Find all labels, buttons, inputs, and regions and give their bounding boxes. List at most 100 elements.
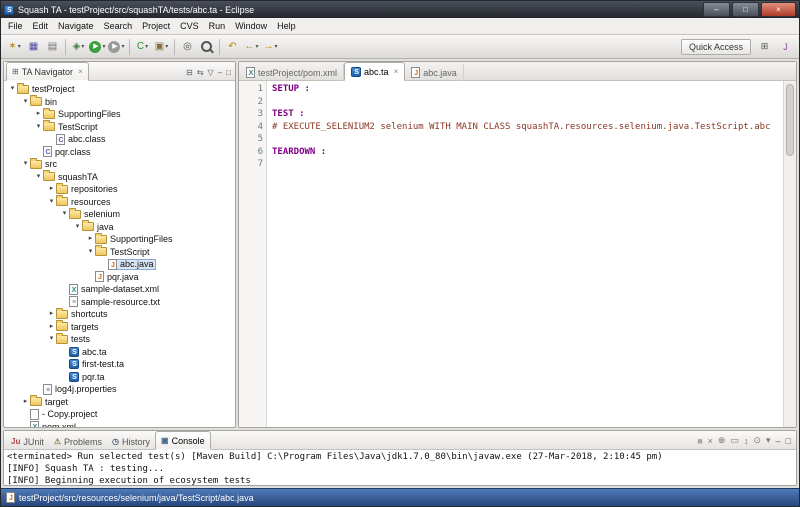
- code-line[interactable]: TEST :: [272, 108, 783, 121]
- code-editor[interactable]: SETUP : TEST : # EXECUTE_SELENIUM2 seleniu…: [267, 81, 783, 427]
- close-view-icon[interactable]: ×: [78, 67, 83, 76]
- code-line[interactable]: [272, 96, 783, 109]
- run-button[interactable]: ▶ ▾: [88, 38, 107, 56]
- dropdown-arrow-icon[interactable]: ▾: [102, 43, 105, 50]
- dropdown-arrow-icon[interactable]: ▾: [121, 43, 124, 50]
- expander-icon[interactable]: ▸: [47, 321, 56, 333]
- tree-item-testscript[interactable]: ▾ TestScript: [4, 120, 235, 134]
- console-menu-icon[interactable]: ▾: [766, 435, 771, 446]
- tree-item-sample-dataset-xml[interactable]: Xsample-dataset.xml: [4, 283, 235, 296]
- tree-item-squashta[interactable]: ▾ squashTA: [4, 170, 235, 184]
- pin-console-icon[interactable]: ⊙: [753, 435, 761, 446]
- expander-icon[interactable]: ▸: [47, 183, 56, 195]
- remove-all-launches-icon[interactable]: ⊗: [718, 435, 726, 446]
- tree-item-repositories[interactable]: ▸ repositories: [4, 182, 235, 196]
- open-perspective-icon[interactable]: ⊞: [755, 38, 774, 56]
- open-type-button[interactable]: ◎: [178, 38, 197, 56]
- last-edit-location-button[interactable]: ↶: [223, 38, 242, 56]
- expander-icon[interactable]: ▾: [47, 333, 56, 345]
- tree-item-abc-class[interactable]: Cabc.class: [4, 133, 235, 146]
- expander-icon[interactable]: ▾: [73, 221, 82, 233]
- editor-tab-testproject-pom-xml[interactable]: XtestProject/pom.xml: [240, 64, 345, 81]
- collapse-all-icon[interactable]: ⊟: [186, 68, 193, 77]
- title-bar[interactable]: S Squash TA - testProject/src/squashTA/t…: [1, 1, 799, 18]
- save-button[interactable]: ▦: [24, 38, 43, 56]
- tree-item-bin[interactable]: ▾ bin: [4, 95, 235, 109]
- expander-icon[interactable]: ▾: [34, 121, 43, 133]
- expander-icon[interactable]: ▾: [21, 96, 30, 108]
- expander-icon[interactable]: ▾: [47, 196, 56, 208]
- forward-button[interactable]: → ▾: [261, 38, 280, 56]
- maximize-view-icon[interactable]: □: [226, 68, 231, 77]
- dropdown-arrow-icon[interactable]: ▾: [165, 43, 168, 50]
- tree-item-log4j-properties[interactable]: ≡ log4j.properties: [4, 383, 235, 396]
- tab-problems[interactable]: ⚠ Problems: [49, 433, 107, 450]
- tree-item-java[interactable]: ▾ java: [4, 220, 235, 234]
- remove-launch-icon[interactable]: ×: [708, 436, 713, 446]
- back-button[interactable]: ← ▾: [242, 38, 261, 56]
- dropdown-arrow-icon[interactable]: ▾: [145, 43, 148, 50]
- new-java-package-button[interactable]: ▣ ▾: [152, 38, 171, 56]
- tree-item-copy-project[interactable]: - Copy.project: [4, 408, 235, 421]
- tree-item-abc-java[interactable]: Jabc.java: [4, 258, 235, 271]
- tab-history[interactable]: ◷ History: [107, 433, 155, 450]
- maximize-button[interactable]: □: [732, 2, 759, 17]
- tab-ta-navigator[interactable]: ⊞ TA Navigator ×: [6, 62, 89, 81]
- editor-scrollbar[interactable]: [783, 81, 796, 427]
- expander-icon[interactable]: ▾: [86, 246, 95, 258]
- minimize-button[interactable]: –: [703, 2, 730, 17]
- menu-edit[interactable]: Edit: [28, 20, 54, 32]
- tree-item-shortcuts[interactable]: ▸ shortcuts: [4, 307, 235, 321]
- java-perspective-icon[interactable]: J: [776, 38, 795, 56]
- menu-window[interactable]: Window: [230, 20, 272, 32]
- tree-item-pom-xml[interactable]: Xpom.xml: [4, 421, 235, 427]
- menu-navigate[interactable]: Navigate: [53, 20, 99, 32]
- expander-icon[interactable]: ▾: [21, 158, 30, 170]
- menu-search[interactable]: Search: [99, 20, 138, 32]
- dropdown-arrow-icon[interactable]: ▾: [274, 43, 277, 50]
- clear-console-icon[interactable]: ▭: [730, 435, 739, 446]
- menu-help[interactable]: Help: [272, 20, 301, 32]
- tree-item-testscript[interactable]: ▾ TestScript: [4, 245, 235, 259]
- tree-item-selenium[interactable]: ▾ selenium: [4, 207, 235, 221]
- dropdown-arrow-icon[interactable]: ▾: [81, 43, 84, 50]
- code-line[interactable]: [272, 133, 783, 146]
- menu-file[interactable]: File: [3, 20, 28, 32]
- minimize-view-icon[interactable]: –: [776, 436, 781, 446]
- code-line[interactable]: [272, 158, 783, 171]
- dropdown-arrow-icon[interactable]: ▾: [18, 43, 21, 50]
- expander-icon[interactable]: ▸: [21, 396, 30, 408]
- expander-icon[interactable]: ▸: [86, 233, 95, 245]
- tree-item-first-test-ta[interactable]: Sfirst-test.ta: [4, 358, 235, 371]
- tree-item-tests[interactable]: ▾ tests: [4, 332, 235, 346]
- tree-item-src[interactable]: ▾ src: [4, 157, 235, 171]
- new-wizard-button[interactable]: ✶ ▾: [5, 38, 24, 56]
- print-button[interactable]: ▤: [43, 38, 62, 56]
- expander-icon[interactable]: ▸: [34, 108, 43, 120]
- tab-junit[interactable]: Ju JUnit: [6, 433, 49, 450]
- menu-project[interactable]: Project: [137, 20, 175, 32]
- new-java-class-button[interactable]: C ▾: [133, 38, 152, 56]
- scrollbar-thumb[interactable]: [786, 84, 794, 156]
- tree-item-abc-ta[interactable]: Sabc.ta: [4, 346, 235, 359]
- tree-item-testproject[interactable]: ▾ testProject: [4, 82, 235, 96]
- view-menu-icon[interactable]: ▽: [208, 68, 214, 77]
- tab-console[interactable]: ▣ Console: [155, 431, 211, 450]
- terminate-icon[interactable]: ■: [697, 436, 702, 446]
- dropdown-arrow-icon[interactable]: ▾: [255, 43, 258, 50]
- code-line[interactable]: # EXECUTE_SELENIUM2 selenium WITH MAIN C…: [272, 121, 783, 134]
- menu-run[interactable]: Run: [204, 20, 231, 32]
- link-with-editor-icon[interactable]: ⇆: [197, 68, 204, 77]
- code-line[interactable]: TEARDOWN :: [272, 146, 783, 159]
- external-tools-button[interactable]: ▶ ▾: [107, 38, 126, 56]
- expander-icon[interactable]: ▸: [47, 308, 56, 320]
- tree-item-targets[interactable]: ▸ targets: [4, 320, 235, 334]
- menu-cvs[interactable]: CVS: [175, 20, 204, 32]
- expander-icon[interactable]: ▾: [34, 171, 43, 183]
- expander-icon[interactable]: ▾: [60, 208, 69, 220]
- debug-button[interactable]: ◈ ▾: [69, 38, 88, 56]
- tree-item-target[interactable]: ▸ target: [4, 395, 235, 409]
- minimize-view-icon[interactable]: –: [218, 68, 222, 77]
- close-button[interactable]: ×: [761, 2, 796, 17]
- maximize-view-icon[interactable]: □: [786, 436, 791, 446]
